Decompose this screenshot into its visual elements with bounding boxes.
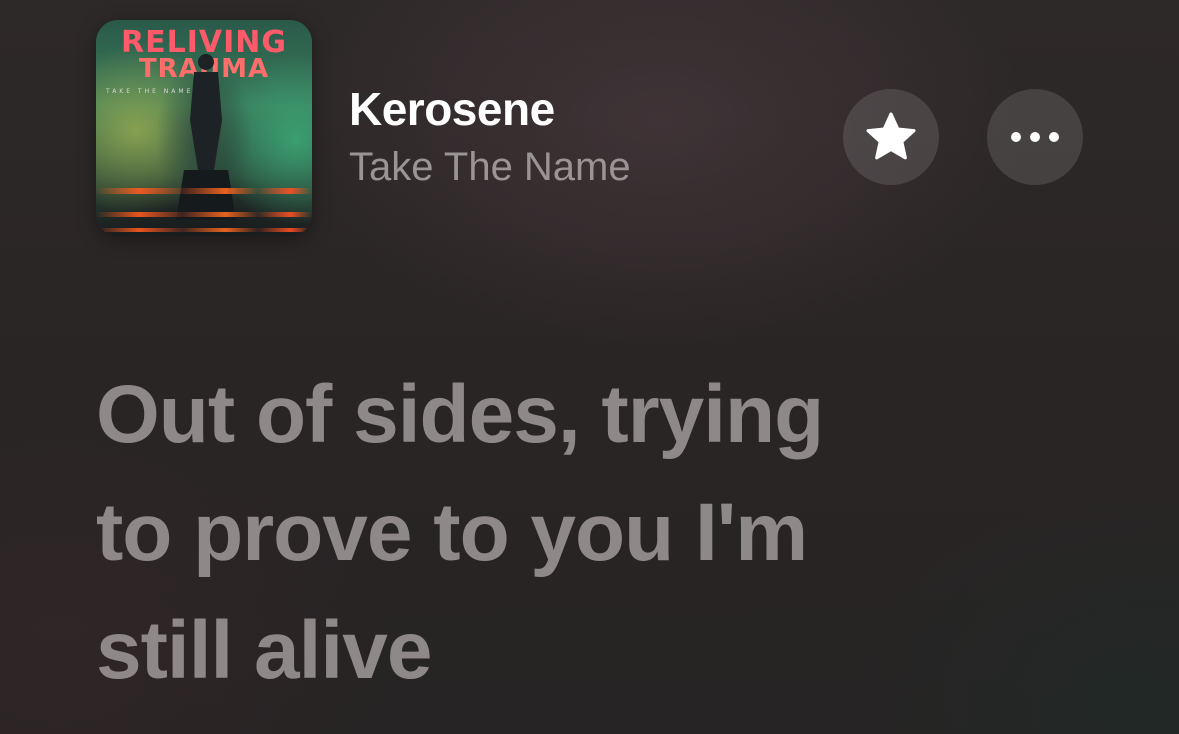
artist-name[interactable]: Take The Name (349, 147, 631, 187)
song-title: Kerosene (349, 83, 555, 135)
artwork-lava-stripe (96, 212, 312, 217)
ellipsis-icon (1011, 132, 1059, 142)
lyric-line[interactable]: to prove to you I'm (96, 474, 996, 592)
more-options-button[interactable] (987, 89, 1083, 185)
lyric-line[interactable]: Out of sides, trying (96, 356, 996, 474)
lyric-line[interactable]: still alive (96, 592, 996, 710)
album-artwork[interactable]: RELIVING TRAUMA TAKE THE NAME (96, 20, 312, 236)
artwork-lava-stripe (96, 188, 312, 194)
artwork-figure (176, 54, 236, 220)
artwork-lava-stripe (96, 228, 312, 232)
lyrics-panel: Out of sides, trying to prove to you I'm… (96, 356, 996, 710)
favorite-button[interactable] (843, 89, 939, 185)
star-icon (866, 112, 916, 160)
